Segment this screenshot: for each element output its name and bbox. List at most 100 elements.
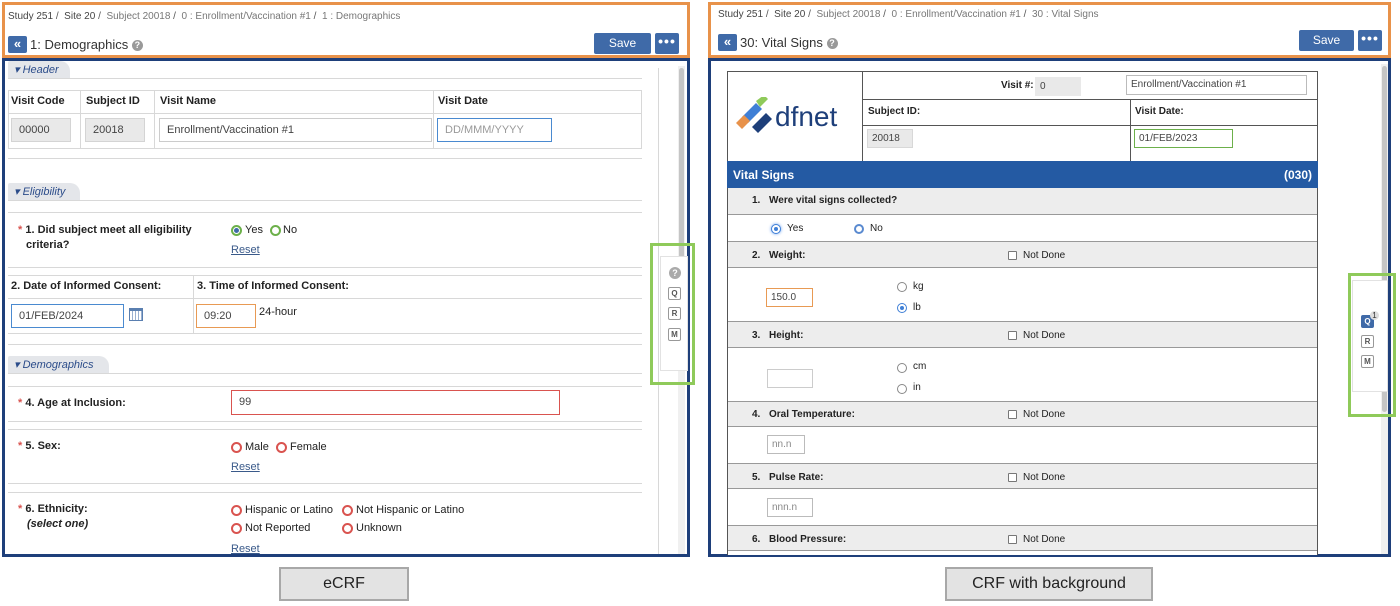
q6-label: * 6. Ethnicity: [18,503,88,515]
bp-not-done-label[interactable]: Not Done [1023,534,1065,545]
col-visit-date: Visit Date [438,95,488,107]
weight-kg-radio[interactable] [897,282,907,292]
divider [8,344,642,345]
col-subject-id: Subject ID [86,95,140,107]
q6-reset-link[interactable]: Reset [231,543,260,555]
ethnicity-unknown-radio[interactable] [342,523,353,534]
q1-no-radio[interactable] [270,225,281,236]
ethnicity-not-reported-radio[interactable] [231,523,242,534]
q4-label: Oral Temperature: [769,409,855,420]
ethnicity-hispanic-label[interactable]: Hispanic or Latino [245,504,333,516]
section-eligibility-tab[interactable]: ▾ Eligibility [8,183,80,200]
form-code: (030) [1283,168,1312,182]
ethnicity-hispanic-radio[interactable] [231,505,242,516]
weight-lb-label[interactable]: lb [913,302,921,313]
ethnicity-not-reported-label[interactable]: Not Reported [245,522,310,534]
q1-no-label[interactable]: No [283,224,297,236]
visit-code-field: 00000 [11,118,71,142]
weight-input[interactable]: 150.0 [766,288,813,307]
q6-label: Blood Pressure: [769,534,847,545]
q1-yes-radio[interactable] [231,225,242,236]
q2-num: 2. [752,250,761,261]
consent-time-input[interactable]: 09:20 [196,304,256,328]
weight-lb-radio[interactable] [897,303,907,313]
q3-num: 3. [752,330,761,341]
divider [193,275,194,333]
age-input[interactable]: 99 [231,390,560,415]
divider [862,71,863,161]
visit-no-field: 0 [1035,77,1081,96]
temp-not-done-checkbox[interactable] [1008,410,1017,419]
divider [8,78,642,79]
height-in-radio[interactable] [897,384,907,394]
vitals-no-label[interactable]: No [870,223,883,234]
divider [433,90,434,148]
divider [8,483,642,484]
q1-box [8,212,642,213]
divider [8,148,642,149]
sex-male-radio[interactable] [231,442,242,453]
visit-name-field[interactable]: Enrollment/Vaccination #1 [1126,75,1307,95]
weight-not-done-checkbox[interactable] [1008,251,1017,260]
q3-label: Height: [769,330,804,341]
divider [154,90,155,148]
q1-reset-link[interactable]: Reset [231,244,260,256]
temperature-input[interactable]: nn.n [767,435,805,454]
sex-female-radio[interactable] [276,442,287,453]
divider [862,99,1318,100]
scrollbar-thumb[interactable] [679,68,684,268]
section-demographics-tab[interactable]: ▾ Demographics [8,356,109,373]
height-cm-radio[interactable] [897,363,907,373]
visit-no-label: Visit #: [1001,80,1034,91]
ethnicity-not-hispanic-label[interactable]: Not Hispanic or Latino [356,504,464,516]
visit-date-label: Visit Date: [1135,106,1184,117]
subject-id-field: 20018 [867,129,913,148]
right-caption: CRF with background [945,567,1153,601]
section-eligibility-label: Eligibility [22,186,66,198]
pulse-not-done-checkbox[interactable] [1008,473,1017,482]
q1-label: Were vital signs collected? [769,195,898,206]
weight-kg-label[interactable]: kg [913,281,924,292]
divider [8,275,642,276]
visit-date-input[interactable]: DD/MMM/YYYY [437,118,552,142]
sex-male-label[interactable]: Male [245,441,269,453]
right-header-highlight [708,2,1391,58]
consent-date-input[interactable]: 01/FEB/2024 [11,304,124,328]
vitals-yes-radio[interactable] [771,224,781,234]
sex-female-label[interactable]: Female [290,441,327,453]
q5-label: * 5. Sex: [18,440,61,452]
height-input[interactable] [767,369,813,388]
vitals-no-radio[interactable] [854,224,864,234]
left-header-highlight [2,2,690,58]
q5-reset-link[interactable]: Reset [231,461,260,473]
calendar-icon[interactable] [129,308,143,321]
vitals-yes-label[interactable]: Yes [787,223,803,234]
subject-id-field: 20018 [85,118,145,142]
divider [8,113,642,114]
divider [8,298,642,299]
divider [8,267,642,268]
temp-not-done-label[interactable]: Not Done [1023,409,1065,420]
q5-label: Pulse Rate: [769,472,824,483]
visit-name-field[interactable]: Enrollment/Vaccination #1 [159,118,432,142]
section-header-tab[interactable]: ▾ Header [8,61,70,78]
bp-not-done-checkbox[interactable] [1008,535,1017,544]
logo-text: dfnet [775,101,838,132]
q1-label-line2: criteria? [26,239,70,251]
right-side-tools-highlight [1348,273,1396,417]
visit-date-field[interactable]: 01/FEB/2023 [1134,129,1233,148]
pulse-input[interactable]: nnn.n [767,498,813,517]
ethnicity-unknown-label[interactable]: Unknown [356,522,402,534]
divider [8,492,642,493]
q6-sublabel: (select one) [27,518,89,530]
weight-not-done-label[interactable]: Not Done [1023,250,1065,261]
q1-yes-label[interactable]: Yes [245,224,263,236]
height-not-done-label[interactable]: Not Done [1023,330,1065,341]
height-in-label[interactable]: in [913,382,921,393]
divider [8,90,642,91]
form-title: Vital Signs [733,168,795,182]
pulse-not-done-label[interactable]: Not Done [1023,472,1065,483]
height-cm-label[interactable]: cm [913,361,926,372]
height-not-done-checkbox[interactable] [1008,331,1017,340]
ethnicity-not-hispanic-radio[interactable] [342,505,353,516]
